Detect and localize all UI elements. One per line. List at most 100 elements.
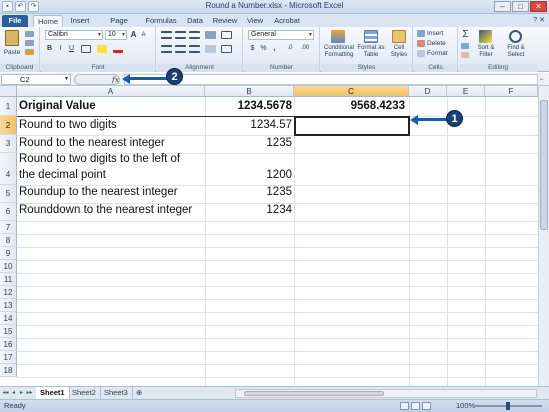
row-header-3[interactable]: 3 xyxy=(0,135,17,153)
row-header-7[interactable]: 7 xyxy=(0,221,17,234)
percent-button[interactable]: % xyxy=(259,44,268,53)
row-header-18[interactable]: 18 xyxy=(0,364,17,377)
column-header-d[interactable]: D xyxy=(409,86,447,97)
cell-a4-line1[interactable]: Round to two digits to the left of xyxy=(19,153,180,165)
cell-b1[interactable]: 1234.5678 xyxy=(205,100,292,112)
vertical-scrollbar[interactable] xyxy=(538,86,549,386)
horizontal-scroll-thumb[interactable] xyxy=(244,391,384,396)
row-header-5[interactable]: 5 xyxy=(0,185,17,203)
sheet-tab-2[interactable]: Sheet2 xyxy=(68,387,101,399)
indent-icon[interactable] xyxy=(205,45,216,53)
bold-button[interactable]: B xyxy=(45,44,54,53)
number-format-select[interactable]: General ▾ xyxy=(248,30,314,40)
delete-cells-button[interactable]: Delete xyxy=(427,40,455,47)
tab-data[interactable]: Data xyxy=(183,15,207,27)
conditional-formatting-button[interactable]: Conditional Formatting xyxy=(323,45,355,59)
active-cell-c2[interactable] xyxy=(294,116,410,136)
select-all-corner[interactable] xyxy=(0,86,17,97)
comma-button[interactable]: , xyxy=(270,44,279,53)
cell-a6[interactable]: Rounddown to the nearest integer xyxy=(19,204,192,216)
paste-button[interactable]: Paste xyxy=(2,49,22,56)
zoom-level[interactable]: 100% xyxy=(456,400,475,412)
column-header-f[interactable]: F xyxy=(485,86,538,97)
page-break-view-icon[interactable] xyxy=(422,402,431,410)
tab-insert[interactable]: Insert xyxy=(66,15,94,27)
increase-decimal-button[interactable]: .0 xyxy=(284,44,296,53)
paste-icon[interactable] xyxy=(5,30,19,46)
row-header-2[interactable]: 2 xyxy=(0,116,17,135)
column-header-b[interactable]: B xyxy=(205,86,294,97)
cell-b5[interactable]: 1235 xyxy=(205,186,292,198)
tab-home[interactable]: Home xyxy=(33,15,63,27)
font-size-select[interactable]: 10 ▾ xyxy=(105,30,127,40)
first-sheet-button[interactable]: ◂◂ xyxy=(2,389,9,398)
grow-font-button[interactable]: A xyxy=(129,30,138,39)
cell-styles-icon[interactable] xyxy=(392,30,406,43)
row-header-12[interactable]: 12 xyxy=(0,286,17,299)
sheet-tab-3[interactable]: Sheet3 xyxy=(100,387,133,399)
borders-icon[interactable] xyxy=(81,45,91,53)
column-header-e[interactable]: E xyxy=(447,86,485,97)
tab-file[interactable]: File xyxy=(2,15,28,27)
find-select-button[interactable]: Find & Select xyxy=(501,45,531,59)
tab-acrobat[interactable]: Acrobat xyxy=(271,15,303,27)
sort-filter-button[interactable]: Sort & Filter xyxy=(473,45,499,59)
row-header-15[interactable]: 15 xyxy=(0,325,17,338)
cell-a5[interactable]: Roundup to the nearest integer xyxy=(19,186,178,198)
row-header-10[interactable]: 10 xyxy=(0,260,17,273)
sort-filter-icon[interactable] xyxy=(479,30,492,43)
tab-view[interactable]: View xyxy=(244,15,266,27)
merge-center-icon[interactable] xyxy=(221,45,232,53)
next-sheet-button[interactable]: ▸ xyxy=(18,389,25,398)
align-left-icon[interactable] xyxy=(161,45,172,53)
align-right-icon[interactable] xyxy=(189,45,200,53)
zoom-slider-knob[interactable] xyxy=(506,402,510,410)
row-header-6[interactable]: 6 xyxy=(0,203,17,221)
align-top-icon[interactable] xyxy=(161,31,172,39)
formula-input[interactable] xyxy=(124,74,538,85)
find-select-icon[interactable] xyxy=(509,30,522,43)
fill-color-icon[interactable] xyxy=(97,45,107,53)
row-header-11[interactable]: 11 xyxy=(0,273,17,286)
tab-formulas[interactable]: Formulas xyxy=(144,15,178,27)
cell-a3[interactable]: Round to the nearest integer xyxy=(19,137,165,149)
decrease-decimal-button[interactable]: .00 xyxy=(298,44,312,53)
close-button[interactable]: ✕ xyxy=(530,1,547,12)
name-box[interactable]: C2 ▾ xyxy=(1,74,71,85)
sheet-tab-1[interactable]: Sheet1 xyxy=(36,387,70,399)
row-header-13[interactable]: 13 xyxy=(0,299,17,312)
vertical-scroll-thumb[interactable] xyxy=(540,100,548,230)
clear-icon[interactable] xyxy=(461,52,469,58)
align-center-icon[interactable] xyxy=(175,45,186,53)
maximize-button[interactable]: □ xyxy=(512,1,529,12)
new-sheet-icon[interactable]: ⊕ xyxy=(132,387,146,399)
autosum-button[interactable]: Σ xyxy=(461,30,470,40)
page-layout-view-icon[interactable] xyxy=(411,402,420,410)
format-painter-icon[interactable] xyxy=(25,49,34,55)
insert-function-icon[interactable]: fx xyxy=(112,74,122,85)
format-cells-button[interactable]: Format xyxy=(427,50,455,57)
cell-b6[interactable]: 1234 xyxy=(205,204,292,216)
row-header-8[interactable]: 8 xyxy=(0,234,17,247)
cell-b4[interactable]: 1200 xyxy=(205,169,292,181)
cell-b3[interactable]: 1235 xyxy=(205,137,292,149)
row-header-9[interactable]: 9 xyxy=(0,247,17,260)
font-color-icon[interactable] xyxy=(113,45,123,53)
cell-a1[interactable]: Original Value xyxy=(19,100,96,112)
cell-a4-line2[interactable]: the decimal point xyxy=(19,169,106,181)
format-as-table-icon[interactable] xyxy=(364,30,378,43)
fill-icon[interactable] xyxy=(461,43,469,49)
orientation-icon[interactable] xyxy=(205,31,216,39)
currency-button[interactable]: $ xyxy=(248,44,257,53)
copy-icon[interactable] xyxy=(25,40,34,46)
cell-c1[interactable]: 9568.4233 xyxy=(294,100,405,112)
cell-styles-button[interactable]: Cell Styles xyxy=(385,45,413,59)
cell-a2[interactable]: Round to two digits xyxy=(19,119,117,131)
cell-b2[interactable]: 1234.57 xyxy=(205,119,292,131)
row-header-14[interactable]: 14 xyxy=(0,312,17,325)
horizontal-scrollbar[interactable] xyxy=(235,389,537,398)
row-header-17[interactable]: 17 xyxy=(0,351,17,364)
font-name-select[interactable]: Calibri ▾ xyxy=(45,30,103,40)
insert-cells-button[interactable]: Insert xyxy=(427,30,455,37)
column-header-c[interactable]: C xyxy=(294,86,409,97)
